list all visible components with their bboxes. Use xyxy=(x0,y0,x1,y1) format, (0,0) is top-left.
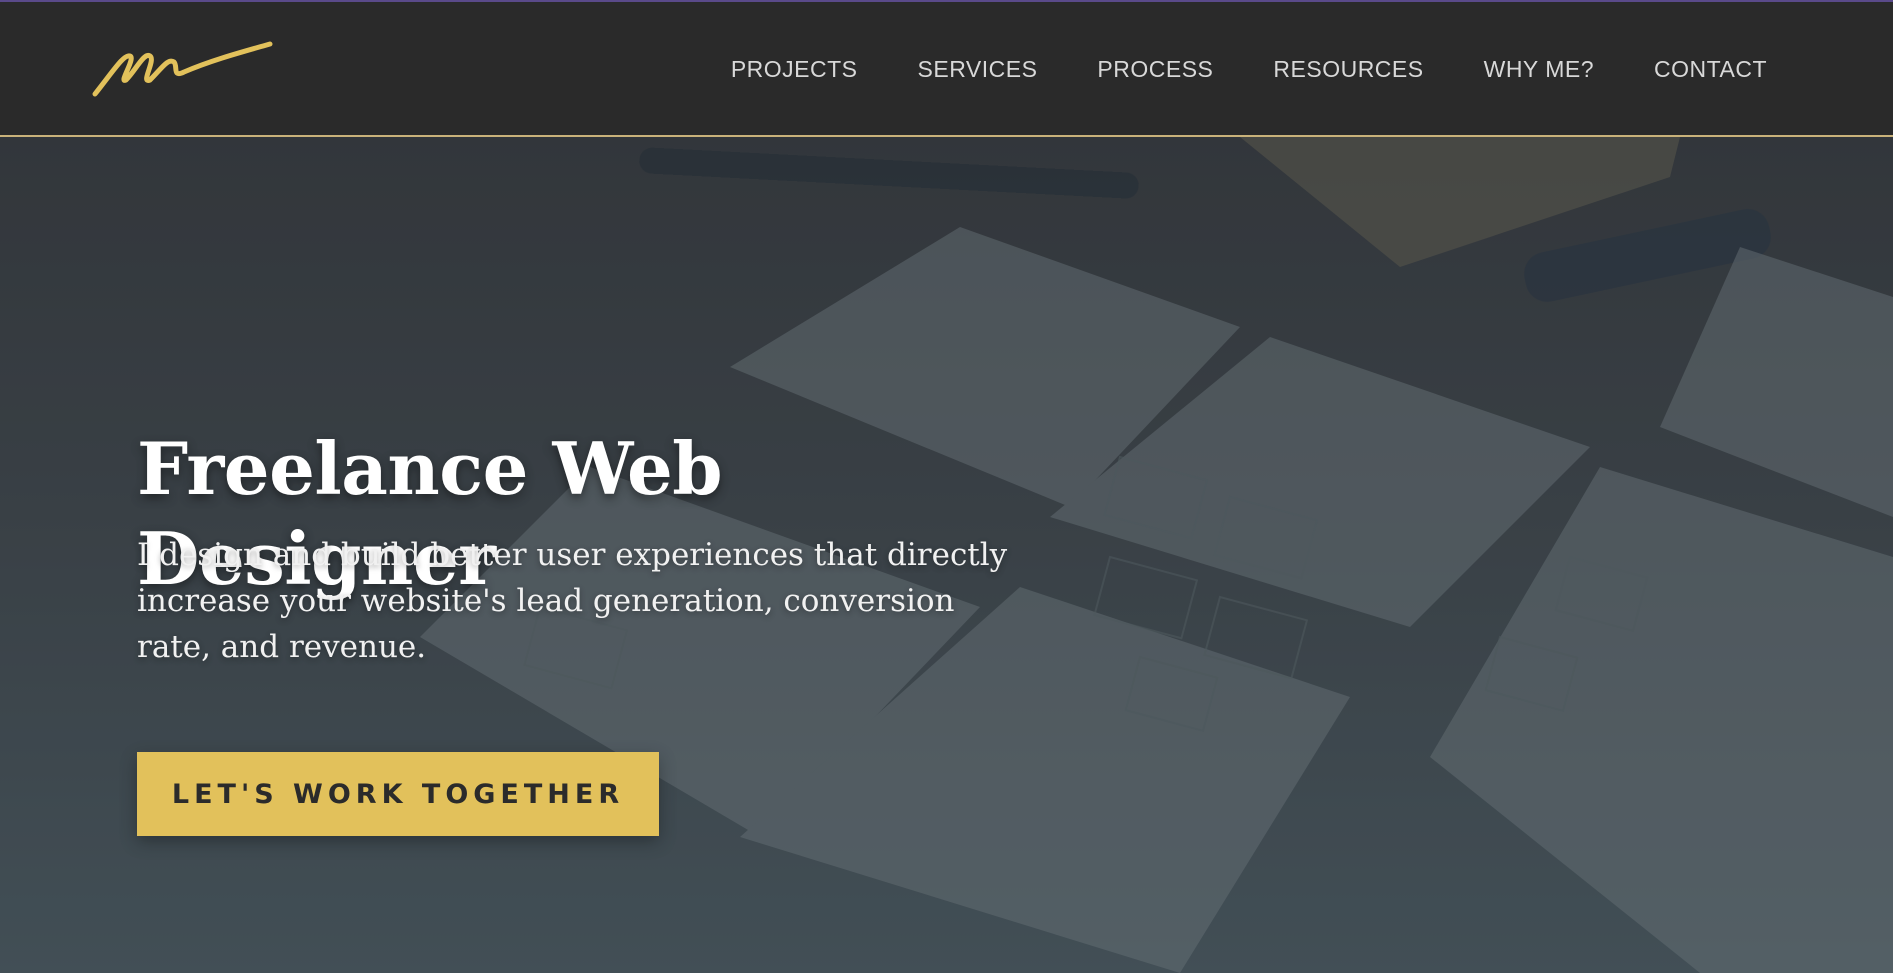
hero-section: Freelance Web Designer I design and buil… xyxy=(0,137,1893,973)
main-nav: PROJECTS SERVICES PROCESS RESOURCES WHY … xyxy=(731,2,1767,137)
nav-contact[interactable]: CONTACT xyxy=(1654,56,1767,83)
signature-logo-icon xyxy=(92,41,273,97)
nav-resources[interactable]: RESOURCES xyxy=(1273,56,1423,83)
logo-link[interactable] xyxy=(92,40,274,98)
site-header: PROJECTS SERVICES PROCESS RESOURCES WHY … xyxy=(0,2,1893,137)
nav-why-me[interactable]: WHY ME? xyxy=(1484,56,1594,83)
nav-projects[interactable]: PROJECTS xyxy=(731,56,858,83)
hero-subtitle: I design and build better user experienc… xyxy=(137,537,1008,665)
nav-process[interactable]: PROCESS xyxy=(1097,56,1213,83)
nav-services[interactable]: SERVICES xyxy=(918,56,1038,83)
lets-work-together-button[interactable]: LET'S WORK TOGETHER xyxy=(137,752,659,836)
